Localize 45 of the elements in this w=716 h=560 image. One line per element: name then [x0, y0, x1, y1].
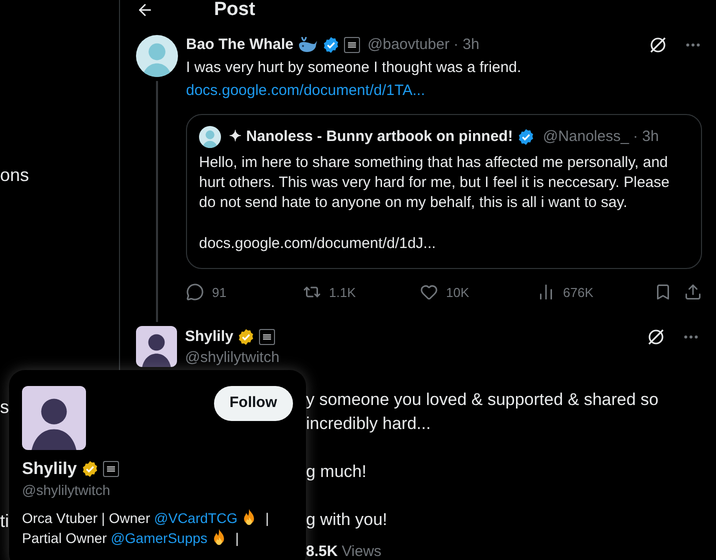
mention-link[interactable]: @GamerSupps [110, 530, 208, 546]
quoted-post-time: · 3h [632, 126, 659, 147]
author-name[interactable]: Bao The Whale [186, 34, 294, 56]
views-button[interactable]: 676K [537, 282, 654, 302]
bookmark-icon[interactable] [654, 283, 672, 302]
quoted-post-text: Hello, im here to share something that has affected me personally, and hurt others. This was very hard for me, but I feel it is neccesary. Please do not send hate to anyone on my behalf, this is all i want to say. [199, 153, 670, 213]
views-label: Views [342, 542, 382, 560]
post-time: · 3h [453, 34, 480, 55]
profile-handle[interactable]: @shylilytwitch [22, 480, 293, 500]
like-icon [420, 283, 438, 302]
views-icon [537, 283, 555, 302]
quoted-author-name: ✦ Nanoless - Bunny artbook on pinned! [229, 126, 513, 147]
like-button[interactable]: 10K [420, 282, 537, 302]
share-icon[interactable] [684, 283, 702, 302]
sidebar-item[interactable]: s [0, 396, 9, 418]
quoted-post-link: docs.google.com/document/d/1dJ... [199, 234, 437, 254]
reply-icon [186, 283, 204, 302]
subscription-badge-icon [259, 329, 276, 345]
post-text: y someone you loved & supported & shared so [306, 388, 660, 410]
post-text: I was very hurt by someone I thought was a friend. [186, 58, 522, 78]
quoted-post[interactable] [186, 114, 702, 268]
profile-bio: Orca Vtuber | Owner @VCardTCG | Partial Owner @GamerSupps | [22, 508, 270, 548]
view-count: 8.5K [306, 542, 338, 560]
author-handle[interactable]: @shylilytwitch [185, 347, 700, 370]
post-link[interactable]: docs.google.com/document/d/1TA... [186, 80, 702, 102]
avatar[interactable] [22, 386, 86, 450]
post-text: g with you! [306, 508, 388, 530]
profile-name[interactable]: Shylily [22, 458, 77, 480]
reply-button[interactable]: 91 [186, 282, 303, 302]
sidebar-item[interactable]: ti [0, 510, 9, 532]
avatar[interactable] [136, 35, 178, 77]
quoted-author-handle: @Nanoless_ [542, 126, 629, 147]
subscription-badge-icon [344, 37, 360, 53]
sidebar-item[interactable]: ons [0, 164, 30, 186]
author-name[interactable]: Shylily [185, 326, 234, 348]
mention-link[interactable]: @VCardTCG [154, 510, 238, 526]
page-title: Post [214, 0, 256, 19]
avatar[interactable] [199, 126, 221, 148]
subscription-badge-icon [102, 461, 119, 477]
post-text: g much! [306, 460, 368, 482]
follow-button[interactable]: Follow [214, 386, 293, 421]
post-text: incredibly hard... [306, 412, 432, 434]
avatar[interactable] [136, 326, 177, 367]
author-handle[interactable]: @baovtuber [368, 34, 450, 56]
repost-button[interactable]: 1.1K [303, 282, 420, 302]
